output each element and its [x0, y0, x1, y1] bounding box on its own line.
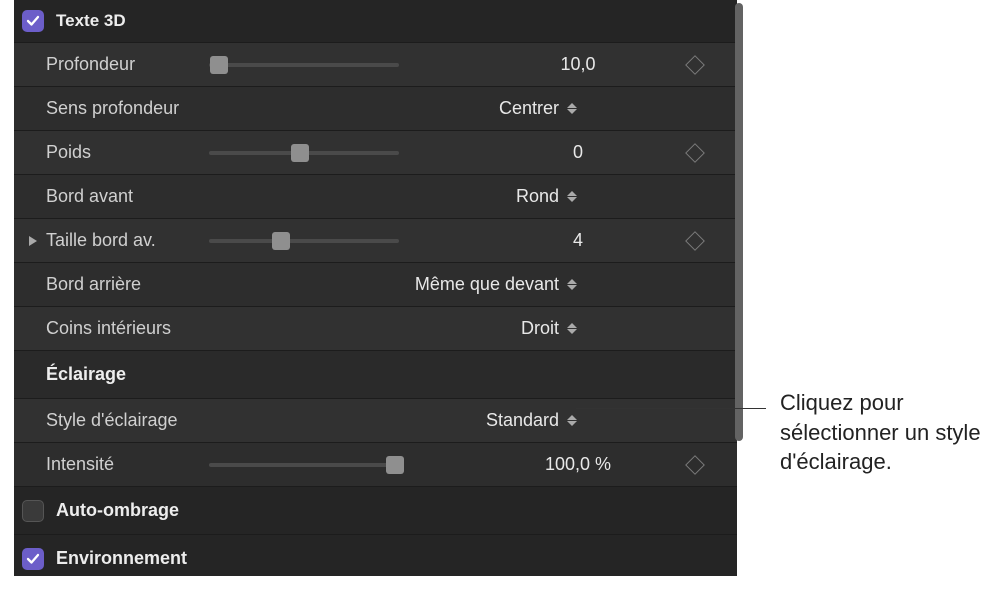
row-taille-bord-av: Taille bord av. 4: [14, 218, 737, 262]
row-profondeur: Profondeur 10,0: [14, 42, 737, 86]
dropdown-value: Droit: [521, 318, 559, 339]
taille-bord-av-label: Taille bord av.: [44, 230, 209, 251]
coins-interieurs-dropdown[interactable]: Droit: [209, 318, 737, 339]
environnement-checkbox[interactable]: [22, 548, 44, 570]
style-eclairage-label: Style d'éclairage: [24, 410, 209, 431]
row-sens-profondeur: Sens profondeur Centrer: [14, 86, 737, 130]
profondeur-label: Profondeur: [24, 54, 209, 75]
slider-thumb[interactable]: [291, 144, 309, 162]
inspector-panel: Texte 3D Profondeur 10,0 Sens profondeur…: [14, 0, 737, 576]
bord-arriere-label: Bord arrière: [24, 274, 209, 295]
slider-thumb[interactable]: [272, 232, 290, 250]
chevron-updown-icon: [567, 191, 577, 202]
profondeur-slider[interactable]: [209, 63, 399, 67]
bord-avant-label: Bord avant: [24, 186, 209, 207]
row-intensite: Intensité 100,0 %: [14, 442, 737, 486]
bord-avant-dropdown[interactable]: Rond: [209, 186, 737, 207]
row-poids: Poids 0: [14, 130, 737, 174]
dropdown-value: Centrer: [499, 98, 559, 119]
bord-arriere-dropdown[interactable]: Même que devant: [209, 274, 737, 295]
text3d-title: Texte 3D: [56, 11, 126, 31]
row-bord-avant: Bord avant Rond: [14, 174, 737, 218]
chevron-updown-icon: [567, 323, 577, 334]
scrollbar[interactable]: [735, 3, 743, 441]
poids-slider[interactable]: [209, 151, 399, 155]
environnement-title: Environnement: [56, 548, 187, 569]
slider-thumb[interactable]: [210, 56, 228, 74]
chevron-updown-icon: [567, 415, 577, 426]
environnement-header: Environnement: [14, 534, 737, 576]
callout-text: Cliquez pour sélectionner un style d'écl…: [780, 388, 1000, 477]
disclosure-triangle-icon[interactable]: [24, 235, 42, 247]
auto-ombrage-header: Auto-ombrage: [14, 486, 737, 534]
chevron-updown-icon: [567, 103, 577, 114]
poids-label: Poids: [24, 142, 209, 163]
chevron-updown-icon: [567, 279, 577, 290]
coins-interieurs-label: Coins intérieurs: [24, 318, 209, 339]
dropdown-value: Rond: [516, 186, 559, 207]
sens-profondeur-label: Sens profondeur: [24, 98, 209, 119]
dropdown-value: Standard: [486, 410, 559, 431]
dropdown-value: Même que devant: [415, 274, 559, 295]
intensite-label: Intensité: [24, 454, 209, 475]
eclairage-header: Éclairage: [14, 350, 737, 398]
auto-ombrage-checkbox[interactable]: [22, 500, 44, 522]
text3d-checkbox[interactable]: [22, 10, 44, 32]
intensite-slider[interactable]: [209, 463, 399, 467]
row-coins-interieurs: Coins intérieurs Droit: [14, 306, 737, 350]
eclairage-title: Éclairage: [46, 364, 126, 385]
slider-thumb[interactable]: [386, 456, 404, 474]
callout-line: [576, 408, 766, 409]
section-text3d-header: Texte 3D: [14, 0, 737, 42]
row-bord-arriere: Bord arrière Même que devant: [14, 262, 737, 306]
sens-profondeur-dropdown[interactable]: Centrer: [209, 98, 737, 119]
taille-bord-av-slider[interactable]: [209, 239, 399, 243]
auto-ombrage-title: Auto-ombrage: [56, 500, 179, 521]
row-style-eclairage: Style d'éclairage Standard: [14, 398, 737, 442]
style-eclairage-dropdown[interactable]: Standard: [209, 410, 737, 431]
